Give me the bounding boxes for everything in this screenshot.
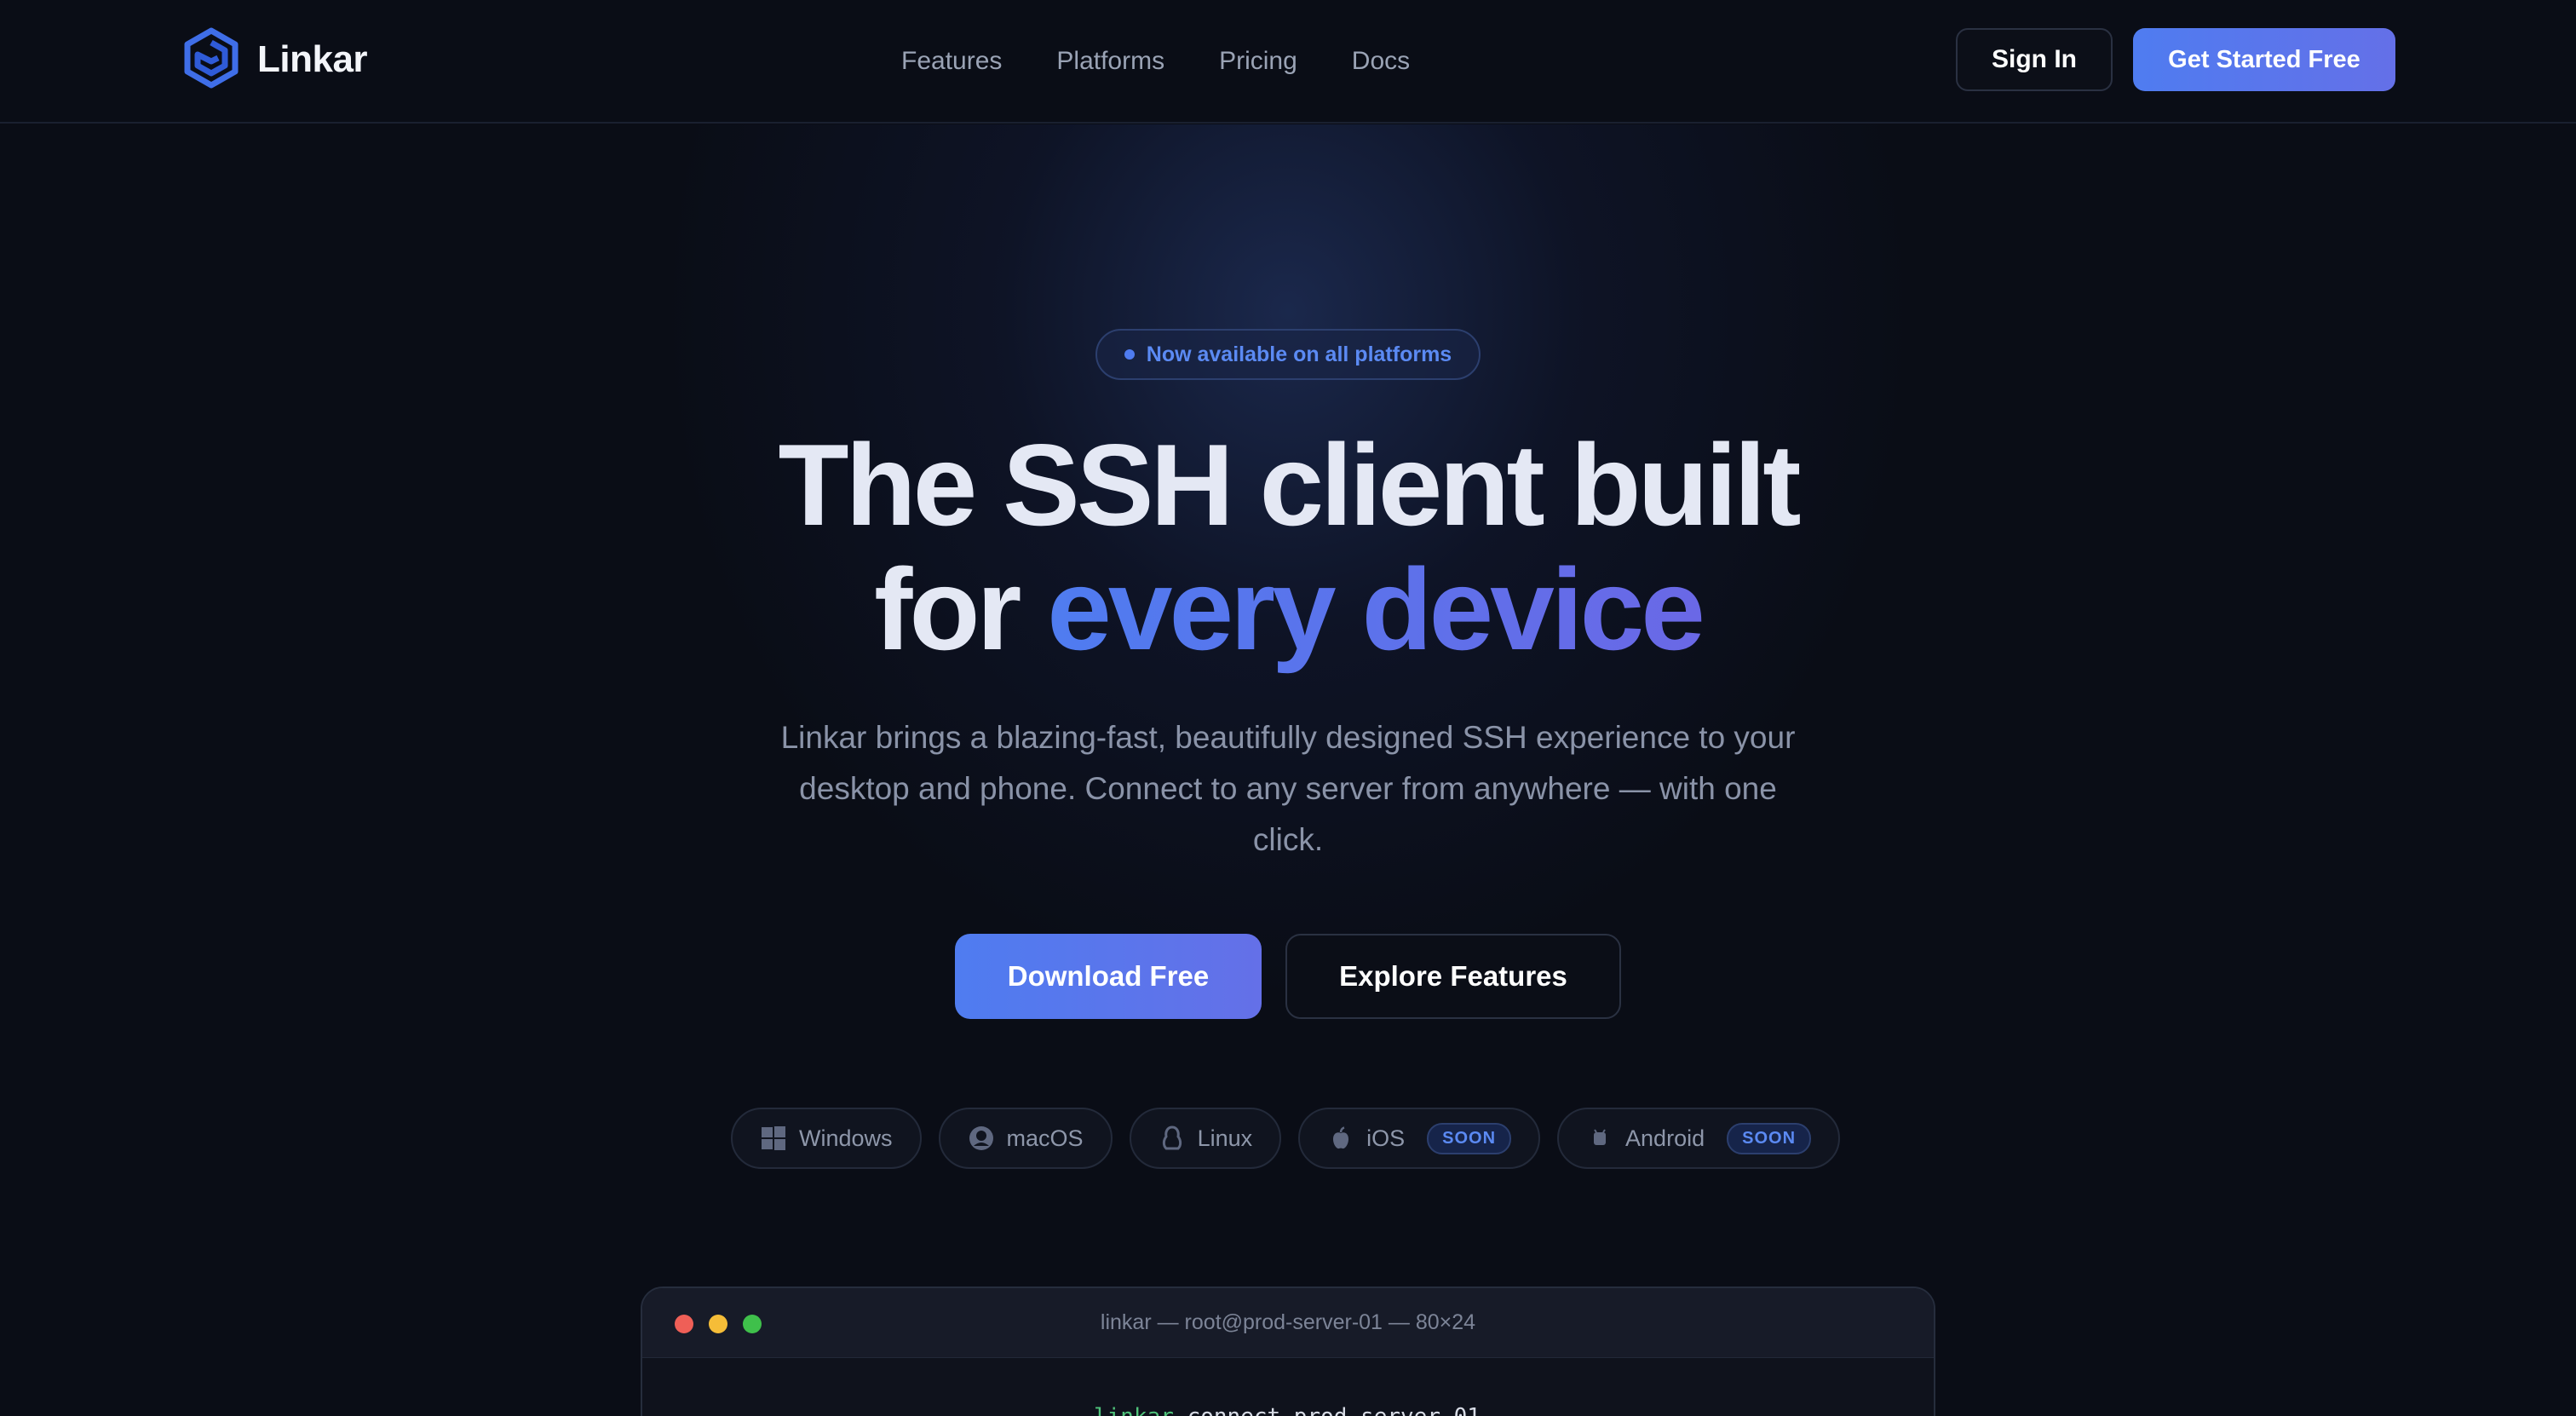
explore-features-button[interactable]: Explore Features <box>1285 934 1621 1019</box>
windows-icon <box>760 1125 787 1152</box>
availability-badge: Now available on all platforms <box>1095 329 1481 380</box>
main-nav: Features Platforms Pricing Docs <box>901 37 1410 85</box>
platform-label: Android <box>1625 1125 1705 1151</box>
download-button[interactable]: Download Free <box>955 934 1262 1019</box>
platform-windows[interactable]: Windows <box>731 1108 922 1169</box>
macos-icon <box>968 1125 995 1152</box>
linkar-logo-icon <box>184 27 239 93</box>
brand-name: Linkar <box>257 38 368 80</box>
get-started-button[interactable]: Get Started Free <box>2133 28 2395 91</box>
platform-label: macOS <box>1006 1125 1084 1151</box>
linux-icon <box>1159 1125 1186 1152</box>
platform-linux[interactable]: Linux <box>1129 1108 1282 1169</box>
close-light-icon[interactable] <box>675 1315 693 1333</box>
site-header: Linkar Features Platforms Pricing Docs S… <box>0 0 2576 124</box>
android-icon <box>1586 1125 1613 1152</box>
terminal-window: linkar — root@prod-server-01 — 80×24 lin… <box>641 1286 1935 1416</box>
terminal-title: linkar — root@prod-server-01 — 80×24 <box>1100 1310 1476 1334</box>
platform-list: Windows macOS Linux iOS SOON Android SOO… <box>731 1108 1841 1169</box>
platform-ios[interactable]: iOS SOON <box>1298 1108 1541 1169</box>
sign-in-button[interactable]: Sign In <box>1956 28 2113 91</box>
terminal-command: linkar <box>1094 1404 1174 1416</box>
maximize-light-icon[interactable] <box>743 1315 762 1333</box>
nav-platforms[interactable]: Platforms <box>1056 47 1164 76</box>
nav-pricing[interactable]: Pricing <box>1219 47 1297 76</box>
status-dot-icon <box>1124 349 1135 360</box>
apple-icon <box>1327 1125 1354 1152</box>
soon-badge: SOON <box>1427 1122 1512 1154</box>
nav-features[interactable]: Features <box>901 47 1002 76</box>
badge-text: Now available on all platforms <box>1146 342 1452 366</box>
nav-docs[interactable]: Docs <box>1352 47 1410 76</box>
hero-title-line1: The SSH client built <box>778 420 1802 550</box>
soon-badge: SOON <box>1727 1122 1812 1154</box>
platform-macos[interactable]: macOS <box>938 1108 1113 1169</box>
brand[interactable]: Linkar <box>184 27 368 93</box>
hero-subtitle: Linkar brings a blazing-fast, beautifull… <box>780 720 1796 857</box>
platform-android[interactable]: Android SOON <box>1557 1108 1841 1169</box>
terminal-titlebar: linkar — root@prod-server-01 — 80×24 <box>642 1288 1934 1358</box>
terminal-command-line: linkar connect prod-server-01 <box>1094 1404 1481 1416</box>
minimize-light-icon[interactable] <box>709 1315 727 1333</box>
platform-label: iOS <box>1366 1125 1406 1151</box>
window-controls <box>675 1315 762 1333</box>
terminal-args: connect prod-server-01 <box>1174 1404 1481 1416</box>
platform-label: Linux <box>1197 1125 1253 1151</box>
hero-title-accent: every device <box>1047 544 1705 674</box>
platform-label: Windows <box>799 1125 893 1151</box>
hero-title-line2-prefix: for <box>874 544 1048 674</box>
hero-title: The SSH client built for every device <box>479 423 2097 671</box>
